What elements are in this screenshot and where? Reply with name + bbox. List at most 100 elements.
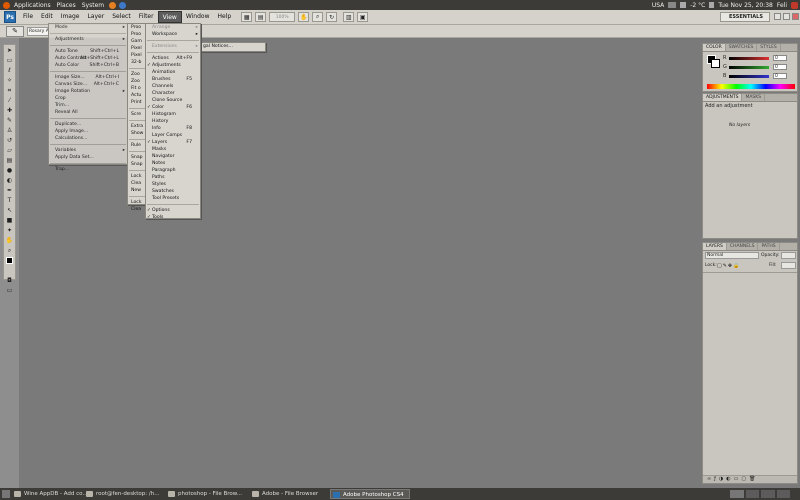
image_menu-item[interactable]: Apply Image... bbox=[49, 128, 127, 135]
workspace-switcher[interactable]: ESSENTIALS bbox=[720, 12, 770, 22]
healing-brush-tool-icon[interactable]: ✚ bbox=[5, 106, 14, 115]
task-terminal[interactable]: root@fen-desktop: /h... bbox=[84, 489, 164, 499]
lasso-tool-icon[interactable]: ℓ bbox=[5, 66, 14, 75]
window_menu-item[interactable]: History bbox=[146, 118, 200, 125]
eraser-tool-icon[interactable]: ▱ bbox=[5, 146, 14, 155]
window_menu-item[interactable]: Navigator bbox=[146, 153, 200, 160]
window_menu-item[interactable]: Swatches bbox=[146, 188, 200, 195]
window_menu-item[interactable]: Actions Alt+F9 bbox=[146, 55, 200, 62]
background-color-swatch[interactable] bbox=[711, 59, 720, 68]
menu-filter[interactable]: Filter bbox=[135, 11, 158, 23]
clock[interactable]: Tue Nov 25, 20:38 bbox=[718, 2, 773, 9]
workspace-3[interactable] bbox=[761, 490, 775, 498]
blue-slider[interactable] bbox=[729, 75, 769, 78]
blue-value-input[interactable]: 0 bbox=[773, 73, 787, 79]
tool-preset-picker[interactable]: ✎ bbox=[6, 26, 24, 37]
window_menu-item[interactable]: Options ✓ bbox=[146, 207, 200, 214]
window_menu-item[interactable]: Extensions ▸ bbox=[146, 43, 200, 50]
bridge-icon[interactable]: ▦ bbox=[241, 12, 253, 22]
task-photoshop[interactable]: Adobe Photoshop CS4 bbox=[330, 489, 410, 499]
menu-select[interactable]: Select bbox=[108, 11, 135, 23]
image_menu-item[interactable]: Adjustments ▸ bbox=[49, 36, 127, 43]
zoom-level[interactable]: 100% bbox=[269, 12, 296, 22]
network-icon[interactable] bbox=[668, 2, 677, 8]
quick-select-tool-icon[interactable]: ✧ bbox=[5, 76, 14, 85]
window_menu-item[interactable]: Character bbox=[146, 90, 200, 97]
zoom-tool-icon[interactable]: ⌕ bbox=[312, 12, 324, 22]
screen-mode-icon[interactable]: ▣ bbox=[357, 12, 369, 22]
window_menu-item[interactable]: Info F8 bbox=[146, 125, 200, 132]
image_menu-item[interactable]: Variables ▸ bbox=[49, 147, 127, 154]
window_menu-item[interactable]: Channels bbox=[146, 83, 200, 90]
gradient-tool-icon[interactable]: ▤ bbox=[5, 156, 14, 165]
menu-edit[interactable]: Edit bbox=[37, 11, 57, 23]
arrange-documents-icon[interactable]: ▥ bbox=[343, 12, 355, 22]
zoom-tool-icon[interactable]: ⌕ bbox=[5, 246, 14, 255]
system-menu[interactable]: System bbox=[82, 2, 104, 9]
fill-input[interactable] bbox=[781, 262, 796, 269]
window_menu-item[interactable]: Paths bbox=[146, 174, 200, 181]
tab-layers[interactable]: LAYERS bbox=[703, 243, 727, 250]
marquee-tool-icon[interactable]: ▭ bbox=[5, 56, 14, 65]
window_menu-item[interactable]: Layers ✓ F7 bbox=[146, 139, 200, 146]
window_menu-item[interactable]: Paragraph bbox=[146, 167, 200, 174]
workspace-4[interactable] bbox=[776, 490, 790, 498]
dodge-tool-icon[interactable]: ◐ bbox=[5, 176, 14, 185]
image_menu-item[interactable]: Reveal All bbox=[49, 109, 127, 116]
green-value-input[interactable]: 0 bbox=[773, 64, 787, 70]
shape-tool-icon[interactable]: ■ bbox=[5, 216, 14, 225]
tab-paths[interactable]: PATHS bbox=[758, 243, 780, 250]
image_menu-item[interactable]: Image Rotation ▸ bbox=[49, 88, 127, 95]
color-swatches[interactable] bbox=[5, 256, 16, 270]
layers-footer-buttons[interactable]: ∞ƒ◑◐▭▢🗑 bbox=[703, 475, 797, 483]
tab-color[interactable]: COLOR bbox=[703, 44, 726, 51]
image_menu-item[interactable]: Auto Color Shift+Ctrl+B bbox=[49, 62, 127, 69]
window_menu-item[interactable]: Histogram bbox=[146, 111, 200, 118]
window_menu-item[interactable]: Styles bbox=[146, 181, 200, 188]
brush-preset-field[interactable]: Rosary A bbox=[27, 27, 49, 36]
menu-window[interactable]: Window bbox=[182, 11, 214, 23]
red-slider[interactable] bbox=[729, 57, 769, 60]
image_menu-item[interactable]: Auto Tone Shift+Ctrl+L bbox=[49, 48, 127, 55]
workspace-2[interactable] bbox=[745, 490, 759, 498]
volume-icon[interactable] bbox=[709, 2, 715, 8]
window_menu-item[interactable]: Workspace ▸ bbox=[146, 31, 200, 38]
red-value-input[interactable]: 0 bbox=[773, 55, 787, 61]
brush-tool-icon[interactable]: ✎ bbox=[5, 116, 14, 125]
applications-menu[interactable]: Applications bbox=[14, 2, 51, 9]
legal-notices-item[interactable]: gal Notices... bbox=[197, 43, 265, 50]
blur-tool-icon[interactable]: ● bbox=[5, 166, 14, 175]
close-button[interactable] bbox=[792, 13, 799, 20]
window_menu-item[interactable]: Layer Comps bbox=[146, 132, 200, 139]
hand-tool-icon[interactable]: ✋ bbox=[298, 12, 310, 22]
image_menu-item[interactable]: Auto Contrast Alt+Shift+Ctrl+L bbox=[49, 55, 127, 62]
blend-mode-select[interactable]: Normal bbox=[705, 252, 759, 259]
screen-mode-icon[interactable]: ▭ bbox=[5, 286, 14, 295]
image_menu-item[interactable]: Duplicate... bbox=[49, 121, 127, 128]
foreground-color-swatch[interactable] bbox=[6, 257, 13, 264]
maximize-button[interactable] bbox=[783, 13, 790, 20]
menu-view[interactable]: View bbox=[157, 11, 182, 23]
tab-channels[interactable]: CHANNELS bbox=[727, 243, 759, 250]
image_menu-item[interactable]: Image Size... Alt+Ctrl+I bbox=[49, 74, 127, 81]
task-file-browser-photoshop[interactable]: photoshop - File Brow... bbox=[166, 489, 248, 499]
window_menu-item[interactable]: Clone Source bbox=[146, 97, 200, 104]
places-menu[interactable]: Places bbox=[57, 2, 76, 9]
workspace-switcher-applet[interactable] bbox=[730, 490, 790, 498]
help-icon[interactable] bbox=[119, 1, 127, 9]
menu-help[interactable]: Help bbox=[214, 11, 236, 23]
clone-stamp-tool-icon[interactable]: ♙ bbox=[5, 126, 14, 135]
image_menu-item[interactable]: Mode ▸ bbox=[49, 24, 127, 31]
image_menu-item[interactable]: Calculations... bbox=[49, 135, 127, 142]
image_menu-item[interactable]: Trim... bbox=[49, 102, 127, 109]
quick-mask-icon[interactable]: ◘ bbox=[5, 276, 14, 285]
image_menu-item[interactable]: Canvas Size... Alt+Ctrl+C bbox=[49, 81, 127, 88]
workspace-1[interactable] bbox=[730, 490, 744, 498]
image_menu-item[interactable]: Crop bbox=[49, 95, 127, 102]
window_menu-item[interactable]: Color ✓ F6 bbox=[146, 104, 200, 111]
hand-tool-icon[interactable]: ✋ bbox=[5, 236, 14, 245]
battery-icon[interactable] bbox=[680, 2, 687, 8]
image_menu-item[interactable]: Trap... bbox=[49, 166, 127, 173]
type-tool-icon[interactable]: T bbox=[5, 196, 14, 205]
user-name[interactable]: Feli bbox=[777, 2, 787, 9]
